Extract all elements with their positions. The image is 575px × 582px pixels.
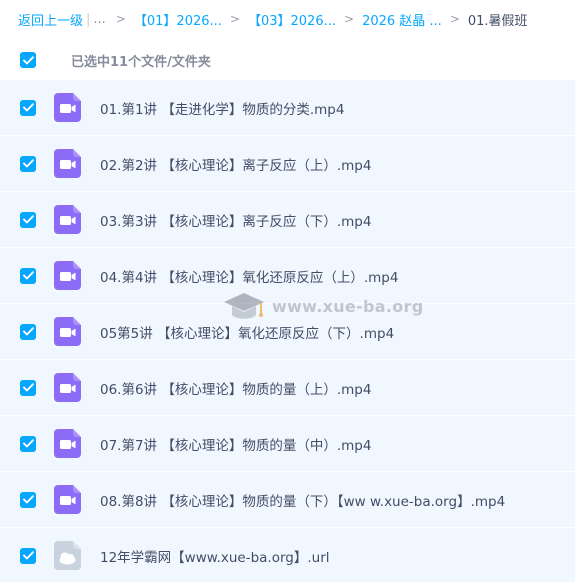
selection-count-label: 已选中11个文件/文件夹 <box>71 54 211 70</box>
checkmark-icon <box>22 551 34 560</box>
file-name[interactable]: 07.第7讲 【核心理论】物质的量（中）.mp4 <box>100 434 371 454</box>
file-name[interactable]: 02.第2讲 【核心理论】离子反应（上）.mp4 <box>100 154 371 174</box>
file-row[interactable]: 03.第3讲 【核心理论】离子反应（下）.mp4 <box>0 192 575 248</box>
file-checkbox[interactable] <box>20 99 36 116</box>
checkmark-icon <box>22 495 34 504</box>
file-name[interactable]: 03.第3讲 【核心理论】离子反应（下）.mp4 <box>100 210 371 230</box>
file-row[interactable]: 06.第6讲 【核心理论】物质的量（上）.mp4 <box>0 360 575 416</box>
file-row[interactable]: 02.第2讲 【核心理论】离子反应（上）.mp4 <box>0 136 575 192</box>
file-checkbox[interactable] <box>20 323 36 340</box>
link-file-icon <box>54 541 81 570</box>
breadcrumb-current: 01.暑假班 <box>467 13 528 29</box>
breadcrumb-separator: > <box>229 12 240 26</box>
checkmark-icon <box>22 271 34 280</box>
select-all-checkbox[interactable] <box>20 52 36 68</box>
breadcrumb-divider: | <box>86 11 91 27</box>
breadcrumb-item-01[interactable]: 【01】2026... <box>134 10 222 29</box>
checkmark-icon <box>22 327 34 336</box>
file-browser: 返回上一级 | ... > 【01】2026... > 【03】2026... … <box>0 0 575 582</box>
breadcrumb-separator: > <box>449 12 460 26</box>
file-name[interactable]: 12年学霸网【www.xue-ba.org】.url <box>100 546 330 566</box>
video-file-icon <box>54 317 81 346</box>
back-link[interactable]: 返回上一级 <box>18 10 83 29</box>
file-checkbox[interactable] <box>20 267 36 284</box>
video-file-icon <box>54 93 81 122</box>
file-checkbox[interactable] <box>20 491 36 508</box>
video-file-icon <box>54 149 81 178</box>
file-name[interactable]: 01.第1讲 【走进化学】物质的分类.mp4 <box>100 98 344 118</box>
breadcrumb-separator: > <box>344 12 355 26</box>
file-checkbox[interactable] <box>20 211 36 228</box>
file-name[interactable]: 08.第8讲 【核心理论】物质的量（下）【ww w.xue-ba.org】.mp… <box>100 490 505 510</box>
breadcrumb-item-03[interactable]: 【03】2026... <box>248 10 336 29</box>
checkmark-icon <box>22 439 34 448</box>
file-row[interactable]: 08.第8讲 【核心理论】物质的量（下）【ww w.xue-ba.org】.mp… <box>0 472 575 528</box>
file-row[interactable]: 05第5讲 【核心理论】氧化还原反应（下）.mp4 <box>0 304 575 360</box>
video-file-icon <box>54 485 81 514</box>
file-row[interactable]: 07.第7讲 【核心理论】物质的量（中）.mp4 <box>0 416 575 472</box>
file-checkbox[interactable] <box>20 155 36 172</box>
file-checkbox[interactable] <box>20 547 36 564</box>
file-row[interactable]: 12年学霸网【www.xue-ba.org】.url <box>0 528 575 582</box>
file-checkbox[interactable] <box>20 435 36 452</box>
video-file-icon <box>54 205 81 234</box>
checkmark-icon <box>22 103 34 112</box>
video-file-icon <box>54 373 81 402</box>
file-checkbox[interactable] <box>20 379 36 396</box>
file-name[interactable]: 06.第6讲 【核心理论】物质的量（上）.mp4 <box>100 378 371 398</box>
breadcrumb-item-2026[interactable]: 2026 赵晶 ... <box>362 10 442 29</box>
checkmark-icon <box>22 383 34 392</box>
breadcrumb-ellipsis[interactable]: ... <box>93 12 105 27</box>
video-file-icon <box>54 261 81 290</box>
file-list: 01.第1讲 【走进化学】物质的分类.mp4 02.第2讲 【核心理论】离子反应（… <box>0 80 575 582</box>
select-all-bar: 已选中11个文件/文件夹 <box>0 43 575 77</box>
file-row[interactable]: 01.第1讲 【走进化学】物质的分类.mp4 <box>0 80 575 136</box>
checkmark-icon <box>22 159 34 168</box>
checkmark-icon <box>22 55 34 64</box>
video-file-icon <box>54 429 81 458</box>
breadcrumb: 返回上一级 | ... > 【01】2026... > 【03】2026... … <box>18 9 528 29</box>
checkmark-icon <box>22 215 34 224</box>
breadcrumb-separator: > <box>115 12 126 26</box>
file-name[interactable]: 04.第4讲 【核心理论】氧化还原反应（上）.mp4 <box>100 266 398 286</box>
file-name[interactable]: 05第5讲 【核心理论】氧化还原反应（下）.mp4 <box>100 322 394 342</box>
file-row[interactable]: 04.第4讲 【核心理论】氧化还原反应（上）.mp4 <box>0 248 575 304</box>
